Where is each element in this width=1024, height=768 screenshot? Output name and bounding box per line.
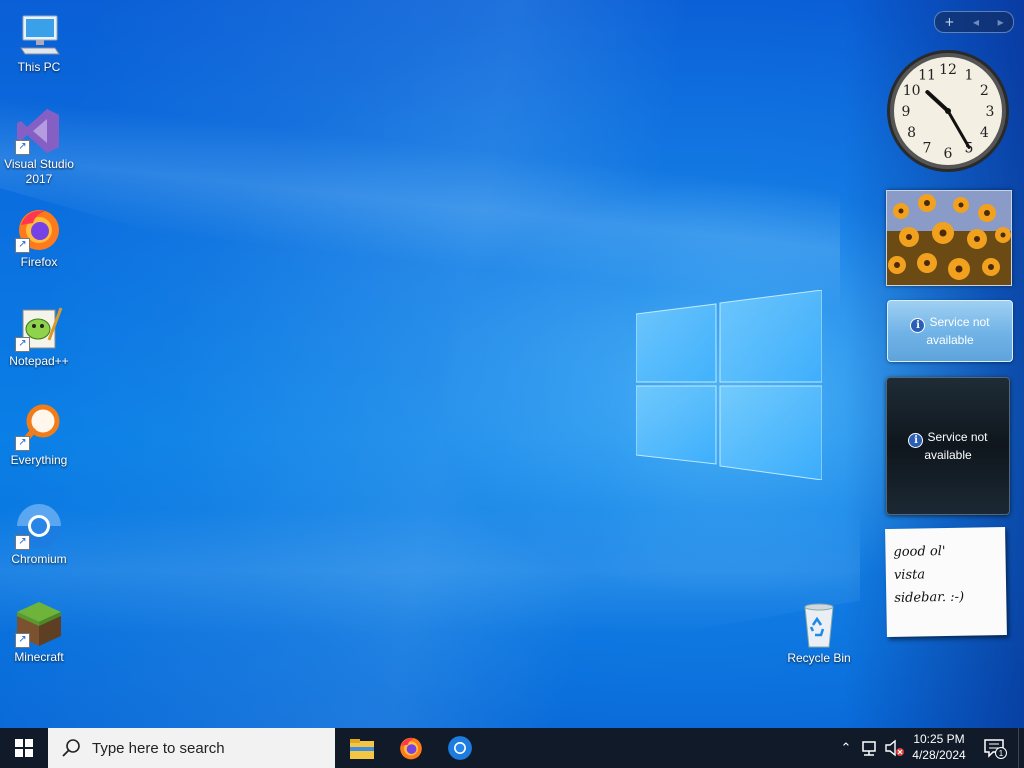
minecraft-icon: ↗	[15, 600, 63, 648]
shortcut-arrow-icon: ↗	[15, 633, 30, 648]
this-pc-icon	[15, 10, 63, 58]
recycle-bin-icon	[795, 601, 843, 649]
desktop-icon-label: Notepad++	[9, 354, 69, 368]
desktop-icon-label: Visual Studio 2017	[4, 157, 74, 186]
firefox-icon: ↗	[15, 205, 63, 253]
desktop-icon-label: Everything	[10, 453, 68, 467]
taskbar: Type here to search ⌃ 10:25 PM 4/28/2024…	[0, 728, 1024, 768]
notification-icon: 1	[984, 739, 1007, 759]
file-explorer-icon	[350, 739, 374, 759]
clock-gadget[interactable]: 121234567891011	[886, 49, 1010, 173]
taskbar-search-box[interactable]: Type here to search	[48, 728, 335, 768]
clock-number: 4	[980, 125, 989, 141]
notepad-plus-plus-icon: ↗	[15, 304, 63, 352]
shortcut-arrow-icon: ↗	[15, 436, 30, 451]
clock-number: 10	[903, 83, 921, 99]
action-center-button[interactable]: 1	[976, 728, 1014, 768]
gadget-message: Service not available	[926, 315, 990, 347]
shortcut-arrow-icon: ↗	[15, 140, 30, 155]
windows-logo-wallpaper	[636, 290, 822, 480]
desktop-icon-label: Minecraft	[14, 650, 64, 664]
desktop-icon-visual-studio[interactable]: ↗ Visual Studio 2017	[1, 107, 77, 187]
clock-number: 11	[918, 68, 936, 84]
sidebar-controls: + ◂ ▸	[934, 11, 1014, 33]
firefox-icon	[400, 737, 422, 760]
add-gadget-button[interactable]: +	[944, 15, 954, 29]
gadget-message: Service not available	[924, 430, 988, 462]
clock-number: 2	[980, 83, 989, 99]
clock-number: 1	[965, 68, 974, 84]
shortcut-arrow-icon: ↗	[15, 535, 30, 550]
search-placeholder: Type here to search	[92, 739, 225, 757]
everything-search-icon: ↗	[15, 403, 63, 451]
desktop-icon-minecraft[interactable]: ↗ Minecraft	[1, 600, 77, 665]
clock-number: 8	[907, 125, 916, 141]
desktop-icon-everything[interactable]: ↗ Everything	[1, 403, 77, 468]
show-hidden-icons-chevron-icon[interactable]: ⌃	[836, 738, 856, 758]
clock-number: 12	[939, 62, 957, 78]
clock-number: 9	[902, 104, 911, 120]
desktop-icon-firefox[interactable]: ↗ Firefox	[1, 205, 77, 270]
desktop-icon-chromium[interactable]: ↗ Chromium	[1, 502, 77, 567]
chromium-icon	[448, 736, 472, 760]
taskbar-firefox[interactable]	[387, 728, 435, 768]
notification-count: 1	[999, 749, 1004, 758]
taskbar-date: 4/28/2024	[912, 748, 966, 762]
info-icon: i	[910, 318, 926, 333]
chromium-icon: ↗	[15, 502, 63, 550]
network-icon[interactable]	[860, 738, 882, 758]
show-desktop-button[interactable]	[1018, 728, 1024, 768]
clock-number: 7	[923, 140, 932, 156]
desktop-background[interactable]: This PC ↗ Visual Studio 2017 ↗ Firefox ↗…	[0, 0, 1024, 728]
taskbar-file-explorer[interactable]	[338, 728, 386, 768]
weather-gadget-light[interactable]: i Service not available	[887, 300, 1013, 362]
shortcut-arrow-icon: ↗	[15, 337, 30, 352]
clock-number: 3	[986, 104, 995, 120]
desktop-icon-recycle-bin[interactable]: Recycle Bin	[781, 601, 857, 666]
next-gadgets-button[interactable]: ▸	[998, 15, 1004, 29]
start-button[interactable]	[0, 728, 48, 768]
volume-muted-icon[interactable]	[884, 738, 906, 758]
desktop-icon-label: Firefox	[20, 255, 58, 269]
desktop-icon-this-pc[interactable]: This PC	[1, 10, 77, 75]
desktop-icon-notepad-plus-plus[interactable]: ↗ Notepad++	[1, 304, 77, 369]
slideshow-gadget[interactable]	[886, 190, 1012, 286]
flowers-photo	[887, 191, 1011, 285]
feed-gadget-dark[interactable]: i Service not available	[886, 377, 1010, 515]
desktop-icon-label: This PC	[17, 60, 61, 74]
shortcut-arrow-icon: ↗	[15, 238, 30, 253]
visual-studio-icon: ↗	[15, 107, 63, 155]
info-icon: i	[908, 433, 924, 448]
previous-gadgets-button[interactable]: ◂	[973, 15, 979, 29]
search-icon	[62, 739, 80, 757]
taskbar-clock[interactable]: 10:25 PM 4/28/2024	[908, 728, 970, 768]
clock-number: 6	[944, 146, 953, 162]
note-text[interactable]: good ol' vista sidebar. :-)	[893, 539, 1002, 610]
desktop-icon-label: Recycle Bin	[787, 651, 851, 665]
windows-start-icon	[15, 739, 33, 757]
desktop-icon-label: Chromium	[11, 552, 67, 566]
notes-gadget[interactable]: good ol' vista sidebar. :-)	[885, 526, 1007, 638]
taskbar-time: 10:25 PM	[913, 732, 965, 746]
taskbar-chromium[interactable]	[436, 728, 484, 768]
